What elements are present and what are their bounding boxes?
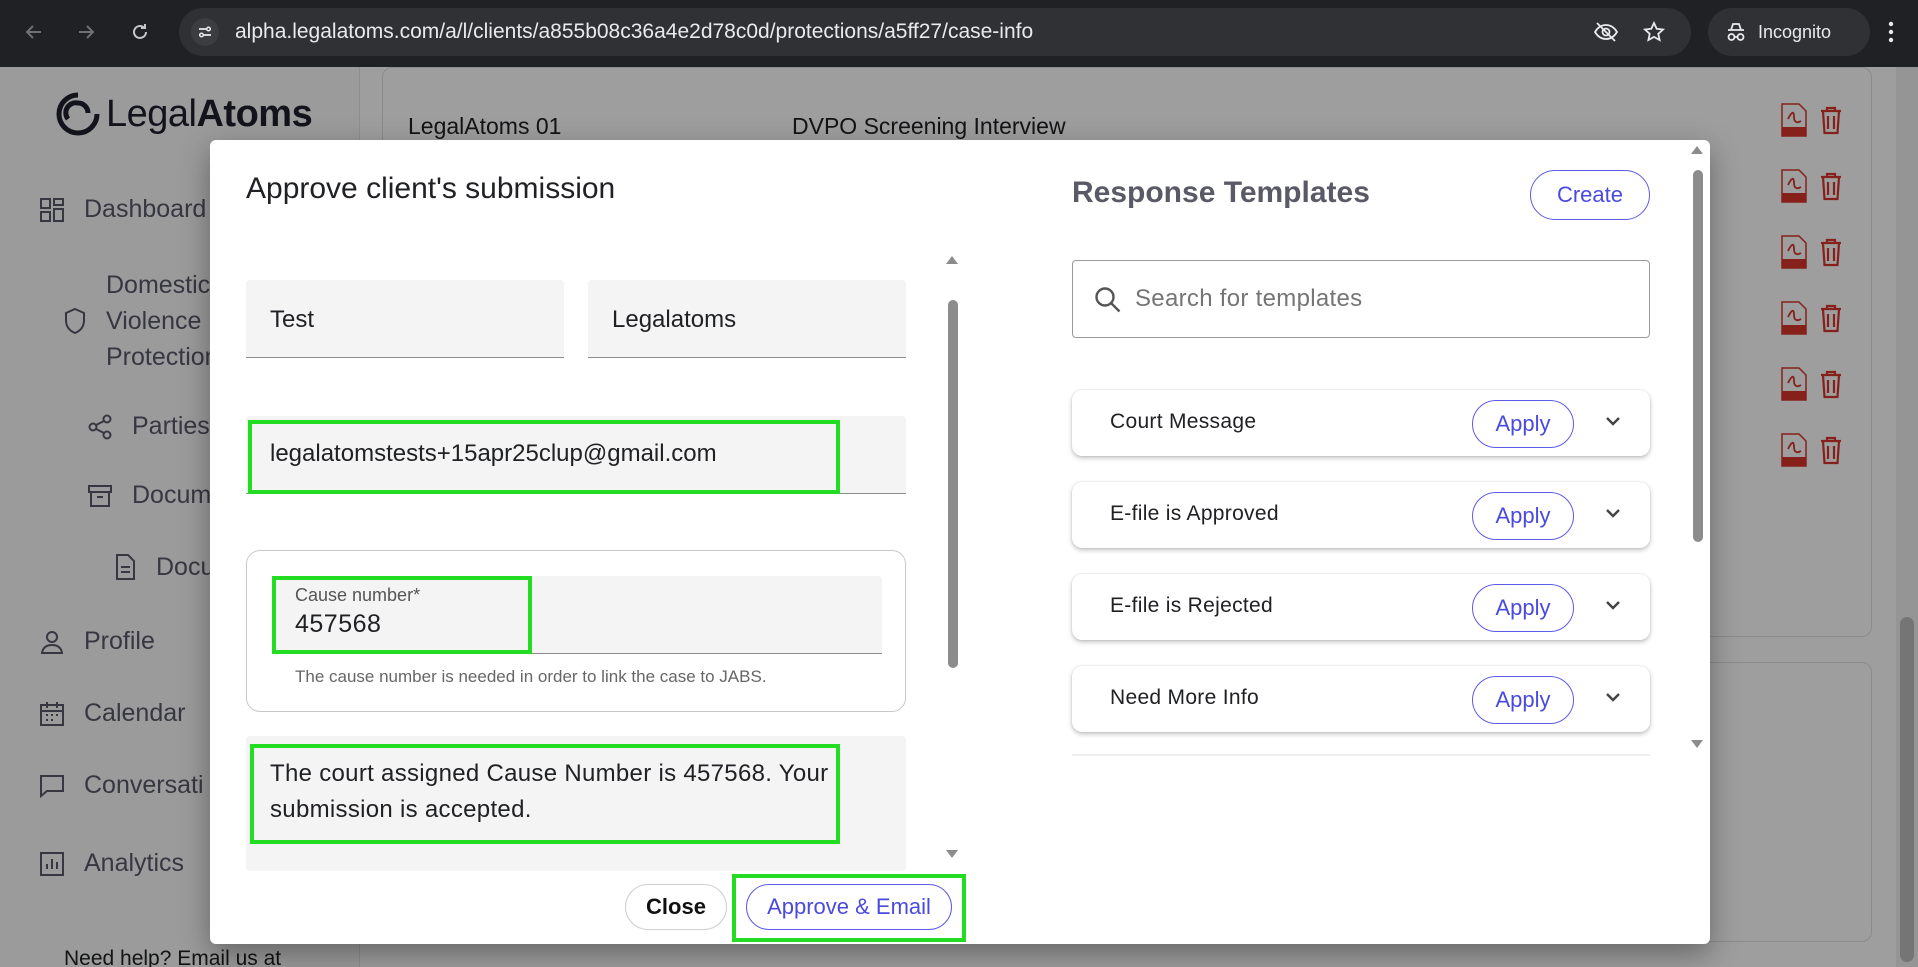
template-item[interactable]: Court Message Apply <box>1072 390 1650 456</box>
browser-toolbar: alpha.legalatoms.com/a/l/clients/a855b08… <box>0 0 1918 67</box>
apply-button[interactable]: Apply <box>1472 584 1574 632</box>
approve-dialog: Approve client's submission Test Legalat… <box>210 140 1710 944</box>
eye-off-icon[interactable] <box>1592 18 1620 46</box>
template-name: E-file is Approved <box>1110 502 1279 525</box>
scroll-up-icon[interactable] <box>944 254 960 266</box>
back-arrow-icon <box>25 25 41 39</box>
template-name: E-file is Rejected <box>1110 594 1273 617</box>
apply-button[interactable]: Apply <box>1472 676 1574 724</box>
last-name-value: Legalatoms <box>612 306 737 333</box>
chevron-down-icon[interactable] <box>1604 414 1622 428</box>
templates-divider <box>1072 754 1650 756</box>
address-bar[interactable]: alpha.legalatoms.com/a/l/clients/a855b08… <box>179 8 1691 56</box>
cause-number-hint: The cause number is needed in order to l… <box>295 667 767 686</box>
scroll-up-icon[interactable] <box>1689 144 1705 156</box>
dialog-title: Approve client's submission <box>246 172 616 205</box>
cause-number-highlight <box>272 576 532 654</box>
templates-title: Response Templates <box>1072 176 1370 209</box>
close-button[interactable]: Close <box>625 884 727 930</box>
forward-button[interactable] <box>68 14 104 50</box>
back-button[interactable] <box>16 14 52 50</box>
scroll-down-icon[interactable] <box>944 848 960 860</box>
forward-arrow-icon <box>79 25 95 39</box>
create-template-button[interactable]: Create <box>1530 170 1650 220</box>
reload-button[interactable] <box>122 14 158 50</box>
form-scroll-thumb[interactable] <box>948 300 958 668</box>
chevron-down-icon[interactable] <box>1604 690 1622 704</box>
site-info-icon[interactable] <box>191 18 219 46</box>
reload-icon <box>133 24 147 39</box>
template-search-input[interactable]: Search for templates <box>1072 260 1650 338</box>
chevron-down-icon[interactable] <box>1604 506 1622 520</box>
search-icon <box>1095 287 1121 313</box>
templates-scroll-thumb[interactable] <box>1693 170 1703 542</box>
incognito-icon <box>1727 23 1745 41</box>
template-item[interactable]: E-file is Approved Apply <box>1072 482 1650 548</box>
apply-button[interactable]: Apply <box>1472 492 1574 540</box>
scroll-down-icon[interactable] <box>1689 738 1705 750</box>
bookmark-star-icon[interactable] <box>1640 18 1668 46</box>
template-item[interactable]: E-file is Rejected Apply <box>1072 574 1650 640</box>
first-name-field[interactable]: Test <box>246 280 564 358</box>
last-name-field[interactable]: Legalatoms <box>588 280 906 358</box>
template-name: Court Message <box>1110 410 1257 433</box>
message-highlight <box>250 744 840 844</box>
first-name-value: Test <box>270 306 315 333</box>
browser-menu-icon[interactable] <box>1876 14 1906 50</box>
email-highlight <box>248 420 840 494</box>
template-item[interactable]: Need More Info Apply <box>1072 666 1650 732</box>
approve-highlight <box>732 874 966 942</box>
chevron-down-icon[interactable] <box>1604 598 1622 612</box>
search-placeholder: Search for templates <box>1135 285 1363 312</box>
incognito-chip[interactable]: Incognito <box>1708 8 1870 56</box>
template-name: Need More Info <box>1110 686 1259 709</box>
incognito-label: Incognito <box>1758 21 1832 42</box>
apply-button[interactable]: Apply <box>1472 400 1574 448</box>
url-text[interactable]: alpha.legalatoms.com/a/l/clients/a855b08… <box>235 20 1033 44</box>
